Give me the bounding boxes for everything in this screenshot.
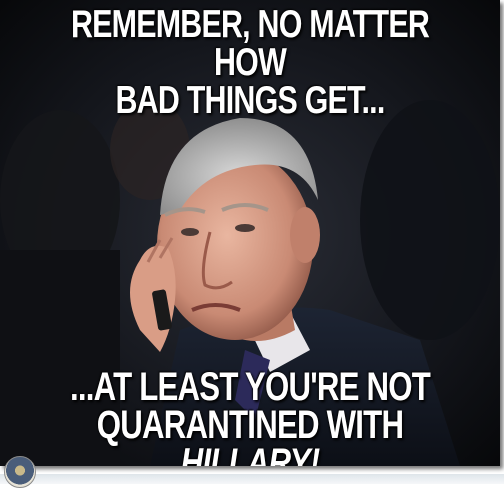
bottom-caption-line-1: ...AT LEAST YOU'RE NOT <box>69 365 431 409</box>
top-caption: REMEMBER, NO MATTER HOW BAD THINGS GET..… <box>55 3 445 122</box>
bottom-caption-line-2: QUARANTINED WITH HILLARY! <box>55 405 445 466</box>
seal-icon <box>4 456 36 488</box>
meme-image: REMEMBER, NO MATTER HOW BAD THINGS GET..… <box>0 0 500 466</box>
bottom-caption: ...AT LEAST YOU'RE NOT QUARANTINED WITH … <box>55 365 445 466</box>
bottom-strip <box>0 474 504 484</box>
bottom-caption-emphasis: HILLARY! <box>180 441 321 466</box>
top-caption-line-1: REMEMBER, NO MATTER HOW <box>70 3 430 84</box>
top-caption-line-2: BAD THINGS GET... <box>115 79 385 122</box>
